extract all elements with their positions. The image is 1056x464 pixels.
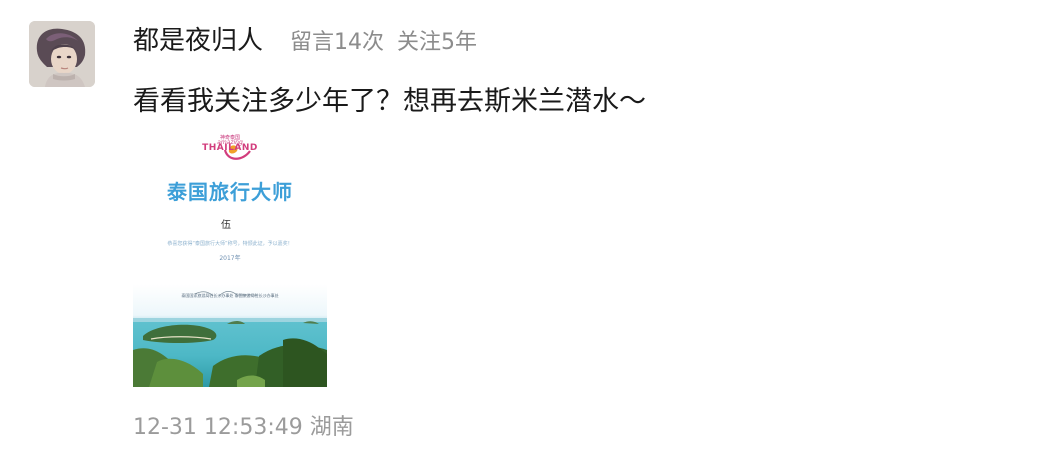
comment-location: 湖南	[309, 415, 354, 440]
certificate-signer: 泰国国家旅游局驻长沙办事处 泰国旅游局驻长沙办事处	[181, 293, 279, 298]
user-avatar[interactable]	[29, 21, 95, 87]
comment-count-label: 留言14次	[290, 30, 384, 55]
certificate-recipient-name: 伍	[221, 220, 231, 231]
certificate-brand-thailand: THAILAND	[202, 143, 258, 153]
avatar-image	[29, 21, 95, 87]
certificate-image[interactable]: 神奇泰国 amazing THAILAND 泰国旅行大师 伍 恭喜您获得“泰国旅…	[133, 130, 327, 387]
certificate-year: 2017年	[219, 255, 241, 262]
follow-years-label: 关注5年	[397, 30, 477, 55]
comment-time: 12-31 12:53:49	[133, 415, 303, 440]
comment-author-name[interactable]: 都是夜归人	[133, 23, 263, 59]
comment-timestamp: 12-31 12:53:49 湖南	[133, 412, 354, 444]
certificate-title: 泰国旅行大师	[167, 180, 293, 204]
certificate-description: 恭喜您获得“泰国旅行大师”称号，特颁此证，予以嘉奖！	[167, 241, 293, 247]
comment-message: 看看我关注多少年了？想再去斯米兰潜水～	[133, 86, 646, 117]
